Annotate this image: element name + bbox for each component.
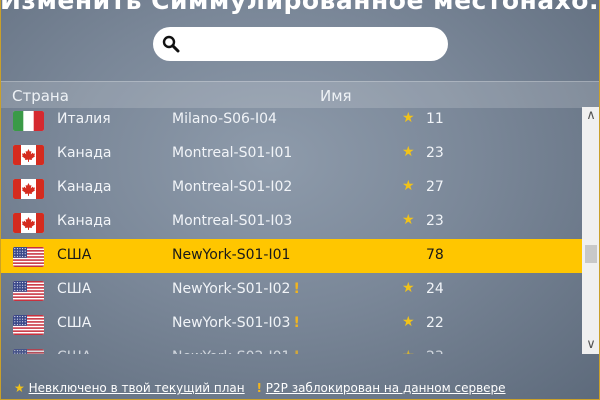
server-row[interactable]: США NewYork-S02-I01! ★ 23: [0, 341, 582, 354]
flag-ca-icon: [13, 213, 44, 233]
p2p-warning-icon: !: [256, 381, 262, 395]
server-row[interactable]: Италия Milano-S06-I04 ★ 11: [0, 107, 582, 137]
row-load: 23: [426, 349, 444, 354]
row-load: 78: [426, 247, 444, 263]
star-icon: ★: [402, 110, 415, 126]
p2p-note-link[interactable]: P2P заблокирован на данном сервере: [266, 381, 506, 395]
row-server-name: Montreal-S01-I01: [172, 145, 293, 161]
star-icon: ★: [402, 178, 415, 194]
row-server-name: Montreal-S01-I03: [172, 213, 293, 229]
p2p-warning-icon: !: [293, 281, 300, 297]
server-row[interactable]: Канада Montreal-S01-I03 ★ 23: [0, 205, 582, 239]
flag-us-icon: [13, 349, 44, 354]
flag-ca-icon: [13, 179, 44, 199]
row-country: Канада: [57, 145, 112, 161]
star-icon: ★: [402, 212, 415, 228]
legend-footer: ★ Невключено в твой текущий план ! P2P з…: [14, 381, 506, 395]
scroll-up-icon[interactable]: ∧: [582, 107, 600, 125]
search-input[interactable]: [187, 33, 441, 57]
window-title: Изменить Симмулированное местонахо...: [0, 0, 600, 15]
row-server-name: Milano-S06-I04: [172, 111, 277, 127]
row-country: США: [57, 315, 92, 331]
flag-us-icon: [13, 315, 44, 335]
star-icon: ★: [14, 381, 25, 395]
list-header: Страна Имя: [0, 81, 600, 108]
p2p-warning-icon: !: [293, 315, 300, 331]
row-country: Италия: [57, 111, 111, 127]
flag-ca-icon: [13, 145, 44, 165]
row-country: США: [57, 281, 92, 297]
server-row[interactable]: Канада Montreal-S01-I02 ★ 27: [0, 171, 582, 205]
server-list: Италия Milano-S06-I04 ★ 11 Канада Montreal-S0…: [0, 107, 582, 354]
server-row[interactable]: Канада Montreal-S01-I01 ★ 23: [0, 137, 582, 171]
row-server-name: NewYork-S02-I01: [172, 349, 290, 354]
plan-note-link[interactable]: Невключено в твой текущий план: [29, 381, 245, 395]
scrollbar-thumb[interactable]: [585, 244, 597, 263]
row-server-name: NewYork-S01-I03: [172, 315, 291, 331]
row-server-name: NewYork-S01-I01: [172, 247, 291, 263]
search-icon: [162, 35, 180, 53]
server-row[interactable]: США NewYork-S01-I02! ★ 24: [0, 273, 582, 307]
server-row[interactable]: США NewYork-S01-I03! ★ 22: [0, 307, 582, 341]
row-country: Канада: [57, 213, 112, 229]
row-load: 23: [426, 145, 444, 161]
star-icon: ★: [402, 280, 415, 296]
flag-it-icon: [13, 111, 44, 131]
flag-us-icon: [13, 247, 44, 267]
star-icon: ★: [402, 144, 415, 160]
column-header-country[interactable]: Страна: [12, 87, 69, 105]
row-load: 24: [426, 281, 444, 297]
search-box[interactable]: [153, 27, 448, 61]
row-load: 22: [426, 315, 444, 331]
row-server-name: Montreal-S01-I02: [172, 179, 293, 195]
star-icon: ★: [402, 348, 415, 354]
p2p-warning-icon: !: [294, 349, 300, 354]
row-country: Канада: [57, 179, 112, 195]
row-country: США: [57, 247, 92, 263]
row-load: 23: [426, 213, 444, 229]
flag-us-icon: [13, 281, 44, 301]
scrollbar[interactable]: ∧ ∨: [582, 107, 600, 354]
row-load: 27: [426, 179, 444, 195]
row-server-name: NewYork-S01-I02: [172, 281, 291, 297]
scroll-down-icon[interactable]: ∨: [582, 336, 600, 354]
star-icon: ★: [402, 314, 415, 330]
row-load: 11: [426, 111, 444, 127]
server-row[interactable]: США NewYork-S01-I01 78: [0, 239, 582, 273]
row-country: США: [57, 349, 91, 354]
column-header-name[interactable]: Имя: [320, 87, 352, 105]
